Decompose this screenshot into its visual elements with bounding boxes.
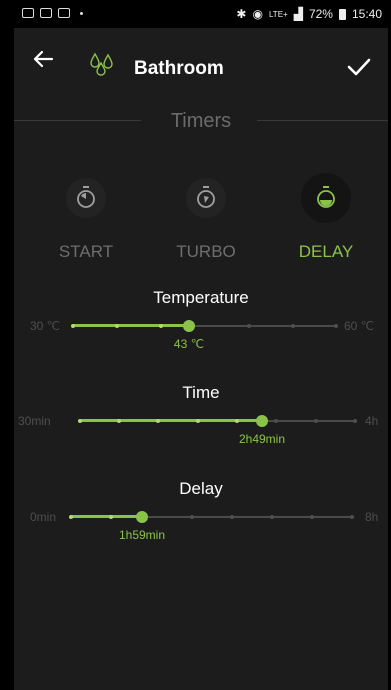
- time-tick: [235, 419, 239, 423]
- alarm-icon: ◉: [252, 7, 263, 21]
- notification-icons: [22, 8, 83, 18]
- delay-slider-fill: [70, 515, 142, 518]
- delay-stopwatch-icon: [317, 186, 335, 208]
- time-tick: [78, 419, 82, 423]
- temperature-slider-thumb[interactable]: [183, 320, 195, 332]
- time-tick: [156, 419, 160, 423]
- delay-title: Delay: [179, 479, 223, 498]
- temperature-tick: [159, 324, 163, 328]
- status-bar: ✱ ◉ LTE+ ▟ 72% 15:40: [14, 0, 388, 28]
- mode-turbo-label: TURBO: [176, 242, 236, 261]
- bluetooth-icon: ✱: [236, 7, 247, 21]
- temperature-tick: [115, 324, 119, 328]
- mode-start-button[interactable]: START: [40, 178, 130, 273]
- time-min-label: 30min: [18, 414, 51, 428]
- time-tick: [196, 419, 200, 423]
- delay-value: 1h59min: [118, 528, 166, 542]
- battery-icon: [338, 8, 346, 20]
- mode-turbo-circle: [186, 178, 226, 218]
- stopwatch-icon: [77, 186, 95, 208]
- divider-right: [257, 120, 388, 121]
- temperature-min-label: 30 ℃: [30, 319, 61, 333]
- mode-start-label: START: [58, 242, 114, 261]
- section-header: Timers: [14, 106, 388, 136]
- time-value: 2h49min: [238, 432, 286, 446]
- delay-tick: [109, 515, 113, 519]
- time-max-label: 4h: [365, 414, 379, 428]
- temperature-tick: [334, 324, 338, 328]
- mail-icon: [58, 8, 70, 18]
- youtube-icon: [40, 8, 52, 18]
- delay-tick: [230, 515, 234, 519]
- delay-tick: [69, 515, 73, 519]
- status-icons: ✱ ◉ LTE+ ▟ 72% 15:40: [236, 7, 382, 21]
- delay-tick: [350, 515, 354, 519]
- delay-tick: [310, 515, 314, 519]
- confirm-check-icon[interactable]: [346, 56, 372, 78]
- back-arrow-icon[interactable]: [28, 44, 58, 74]
- temperature-max-label: 60 ℃: [344, 319, 375, 333]
- mode-delay-circle: [301, 173, 351, 223]
- time-tick: [274, 419, 278, 423]
- temperature-tick: [291, 324, 295, 328]
- network-type-label: LTE+: [268, 9, 288, 19]
- time-tick: [117, 419, 121, 423]
- delay-slider-thumb[interactable]: [136, 511, 148, 523]
- section-title: Timers: [170, 110, 232, 132]
- gallery-icon: [22, 8, 34, 18]
- temperature-slider-fill: [72, 324, 189, 327]
- delay-min-label: 0min: [30, 510, 57, 524]
- time-slider-thumb[interactable]: [256, 415, 268, 427]
- water-drops-icon: [90, 52, 113, 76]
- delay-max-label: 8h: [365, 510, 379, 524]
- battery-percent: 72%: [308, 7, 333, 21]
- temperature-value: 43 ℃: [173, 337, 205, 351]
- more-notifications-icon: [80, 11, 83, 15]
- mode-turbo-button[interactable]: TURBO: [160, 178, 250, 273]
- app-screen: ✱ ◉ LTE+ ▟ 72% 15:40 Bathroom Timers STA…: [14, 0, 388, 690]
- mode-start-circle: [66, 178, 106, 218]
- temperature-title: Temperature: [153, 288, 249, 307]
- delay-tick: [270, 515, 274, 519]
- page-title: Bathroom: [134, 58, 224, 79]
- time-title: Time: [182, 383, 220, 402]
- app-bar: Bathroom: [14, 28, 388, 92]
- time-tick: [314, 419, 318, 423]
- mode-delay-label: DELAY: [298, 242, 354, 261]
- time-tick: [353, 419, 357, 423]
- mode-delay-button[interactable]: DELAY: [280, 173, 370, 273]
- delay-tick: [190, 515, 194, 519]
- temperature-tick: [71, 324, 75, 328]
- temperature-tick: [247, 324, 251, 328]
- signal-icon: ▟: [293, 7, 303, 21]
- turbo-stopwatch-icon: [197, 186, 215, 208]
- clock: 15:40: [351, 7, 382, 21]
